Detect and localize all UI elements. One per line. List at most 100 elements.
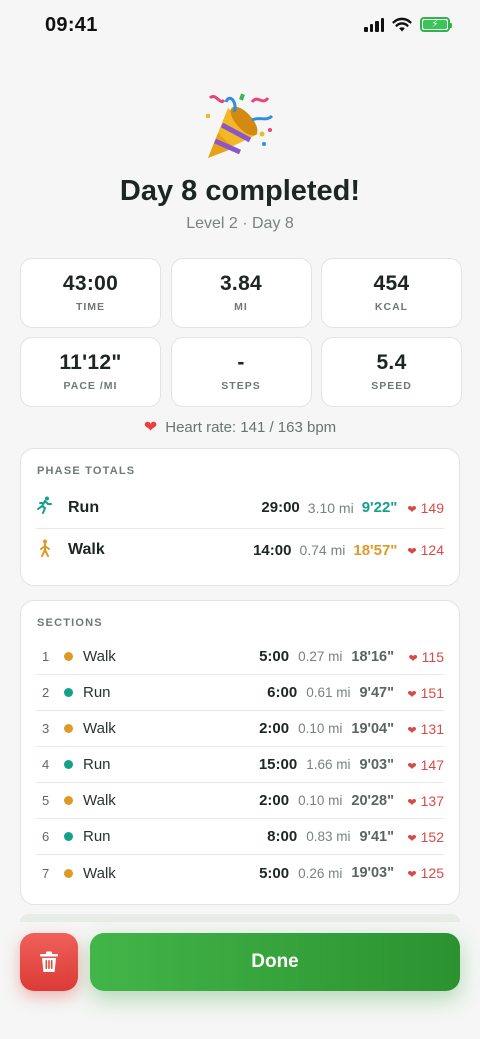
cellular-signal-icon	[364, 17, 384, 32]
section-number: 1	[42, 649, 50, 664]
section-distance: 0.26 mi	[298, 865, 343, 881]
heart-icon: ❤	[408, 652, 418, 665]
section-row: 7 Walk 5:00 0.26 mi 19'03" ❤ 125	[36, 855, 444, 891]
stat-label: TIME	[75, 301, 106, 313]
phase-name: Run	[68, 498, 100, 516]
section-number: 6	[42, 829, 50, 844]
walker-icon	[36, 539, 58, 562]
section-row: 4 Run 15:00 1.66 mi 9'03" ❤ 147	[36, 747, 444, 783]
stat-value: 454	[373, 272, 410, 295]
delete-button[interactable]	[20, 933, 78, 991]
section-name: Walk	[83, 648, 116, 665]
phase-pace: 9'22"	[361, 499, 398, 516]
section-pace: 9'03"	[359, 756, 394, 773]
section-pace: 9'41"	[359, 828, 394, 845]
page-subtitle: Level 2 · Day 8	[186, 215, 294, 232]
walk-dot-icon	[64, 724, 73, 733]
section-distance: 0.10 mi	[298, 721, 343, 736]
walk-dot-icon	[64, 796, 73, 805]
section-row: 6 Run 8:00 0.83 mi 9'41" ❤ 152	[36, 819, 444, 855]
section-hr-value: 115	[421, 648, 444, 665]
heart-icon: ❤	[407, 503, 417, 516]
phase-distance: 3.10 mi	[307, 499, 354, 516]
section-time: 5:00	[259, 864, 290, 882]
heart-icon: ❤	[407, 546, 417, 558]
section-hr-value: 151	[420, 684, 444, 701]
stats-grid: 43:00 TIME 3.84 MI 454 KCAL 11'12" PACE …	[20, 258, 462, 407]
run-dot-icon	[64, 832, 73, 841]
section-row: 3 Walk 2:00 0.10 mi 19'04" ❤ 131	[36, 711, 444, 747]
heart-icon: ❤	[407, 832, 417, 845]
section-pace: 18'16"	[351, 648, 394, 665]
section-pace: 20'28"	[351, 792, 394, 809]
section-row: 1 Walk 5:00 0.27 mi 18'16" ❤ 115	[36, 639, 444, 675]
heart-icon: ❤	[407, 724, 417, 737]
status-time: 09:41	[45, 14, 98, 36]
runner-icon	[36, 496, 58, 519]
phase-totals-card: PHASE TOTALS Run 29:00 3.10 mi 9'22" ❤ 14…	[20, 448, 460, 586]
section-name: Walk	[83, 792, 116, 809]
section-time: 2:00	[259, 720, 290, 737]
heart-rate-text: Heart rate: 141 / 163 bpm	[165, 418, 337, 436]
stat-label: SPEED	[371, 380, 412, 392]
map-preview	[20, 914, 460, 922]
section-hr-value: 147	[420, 756, 444, 773]
section-heart-rate: ❤ 152	[404, 829, 444, 845]
stat-distance: 3.84 MI	[170, 258, 312, 328]
phase-name: Walk	[68, 541, 105, 558]
stat-steps: - STEPS	[170, 337, 312, 407]
section-distance: 0.10 mi	[298, 793, 343, 808]
section-heart-rate: ❤ 137	[404, 793, 444, 809]
section-distance: 0.83 mi	[306, 829, 351, 844]
sections-card: SECTIONS 1 Walk 5:00 0.27 mi 18'16" ❤ 115…	[20, 600, 460, 905]
section-distance: 0.61 mi	[306, 685, 351, 700]
section-pace: 19'04"	[351, 720, 394, 737]
section-name: Run	[83, 756, 111, 773]
section-row: 5 Walk 2:00 0.10 mi 20'28" ❤ 137	[36, 783, 444, 819]
section-time: 15:00	[258, 756, 298, 773]
section-time: 6:00	[267, 684, 298, 701]
section-number: 4	[42, 757, 50, 772]
phase-row-run: Run 29:00 3.10 mi 9'22" ❤ 149	[36, 487, 444, 529]
battery-charging-icon: ⚡	[420, 17, 452, 32]
section-heart-rate: ❤ 151	[404, 685, 444, 701]
run-dot-icon	[64, 688, 73, 697]
section-heart-rate: ❤ 115	[404, 649, 444, 665]
walk-dot-icon	[64, 652, 73, 661]
section-time: 5:00	[259, 648, 290, 665]
section-number: 2	[42, 685, 50, 700]
sections-heading: SECTIONS	[37, 617, 103, 629]
section-number: 5	[42, 793, 50, 808]
trash-icon	[40, 951, 58, 972]
heart-icon: ❤	[407, 869, 417, 881]
phase-hr-value: 124	[420, 542, 444, 558]
walk-dot-icon	[64, 868, 73, 878]
section-number: 3	[42, 721, 50, 736]
section-time: 8:00	[267, 828, 298, 845]
section-hr-value: 137	[420, 792, 444, 809]
section-hr-value: 125	[420, 865, 444, 881]
section-name: Walk	[83, 720, 116, 737]
heart-icon: ❤	[407, 796, 417, 809]
stat-value: 11'12"	[59, 351, 122, 374]
heart-rate-summary: ❤ Heart rate: 141 / 163 bpm	[0, 417, 480, 437]
phase-totals-heading: PHASE TOTALS	[37, 465, 136, 477]
section-hr-value: 152	[420, 828, 444, 845]
stat-label: STEPS	[221, 380, 261, 392]
status-bar: 09:41 ⚡	[0, 0, 480, 54]
heart-icon: ❤	[407, 688, 417, 701]
heart-icon: ❤	[143, 419, 158, 436]
stat-calories: 454 KCAL	[321, 258, 462, 328]
phase-distance: 0.74 mi	[299, 542, 346, 558]
stat-speed: 5.4 SPEED	[321, 337, 462, 407]
phase-row-walk: Walk 14:00 0.74 mi 18'57" ❤ 124	[36, 529, 444, 571]
section-row: 2 Run 6:00 0.61 mi 9'47" ❤ 151	[36, 675, 444, 711]
status-icons: ⚡	[364, 17, 452, 32]
section-name: Run	[83, 684, 111, 701]
phase-time: 29:00	[261, 499, 300, 516]
done-button[interactable]: Done	[90, 933, 460, 991]
section-hr-value: 131	[420, 720, 444, 737]
section-heart-rate: ❤ 131	[404, 721, 444, 737]
section-name: Run	[83, 828, 111, 845]
section-distance: 0.27 mi	[298, 649, 343, 664]
